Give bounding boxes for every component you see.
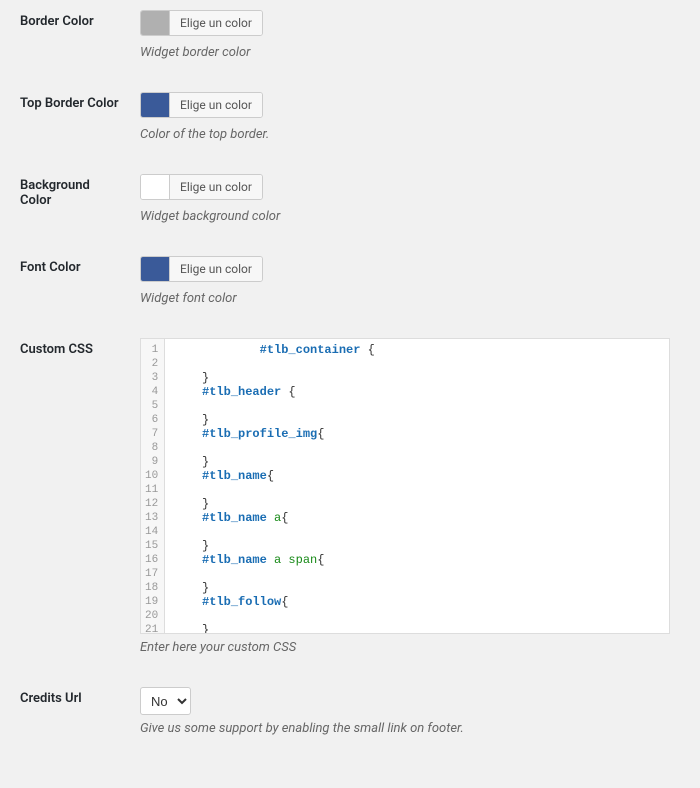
color-button-font[interactable]: Elige un color (169, 257, 262, 281)
row-border-color: Border Color Elige un color Widget borde… (20, 10, 680, 60)
color-picker-border[interactable]: Elige un color (140, 10, 263, 36)
color-button-top-border[interactable]: Elige un color (169, 93, 262, 117)
color-picker-font[interactable]: Elige un color (140, 256, 263, 282)
color-picker-top-border[interactable]: Elige un color (140, 92, 263, 118)
label-font-color: Font Color (20, 256, 140, 306)
row-custom-css: Custom CSS 12345678910111213141516171819… (20, 338, 680, 655)
color-button-border[interactable]: Elige un color (169, 11, 262, 35)
color-swatch-border (141, 11, 169, 35)
color-swatch-font (141, 257, 169, 281)
row-font-color: Font Color Elige un color Widget font co… (20, 256, 680, 306)
row-top-border-color: Top Border Color Elige un color Color of… (20, 92, 680, 142)
label-background-color: Background Color (20, 174, 140, 224)
color-swatch-background (141, 175, 169, 199)
credits-url-select[interactable]: No (140, 687, 191, 715)
code-content[interactable]: #tlb_container { } #tlb_header { } #tlb_… (165, 339, 669, 633)
description-border-color: Widget border color (140, 45, 680, 60)
description-background-color: Widget background color (140, 209, 680, 224)
color-swatch-top-border (141, 93, 169, 117)
color-picker-background[interactable]: Elige un color (140, 174, 263, 200)
code-editor[interactable]: 123456789101112131415161718192021 #tlb_c… (140, 338, 670, 634)
description-font-color: Widget font color (140, 291, 680, 306)
settings-form: Border Color Elige un color Widget borde… (20, 10, 680, 736)
description-custom-css: Enter here your custom CSS (140, 640, 680, 655)
row-credits-url: Credits Url No Give us some support by e… (20, 687, 680, 736)
label-border-color: Border Color (20, 10, 140, 60)
code-gutter: 123456789101112131415161718192021 (141, 339, 165, 633)
description-top-border-color: Color of the top border. (140, 127, 680, 142)
label-credits-url: Credits Url (20, 687, 140, 736)
label-custom-css: Custom CSS (20, 338, 140, 655)
description-credits-url: Give us some support by enabling the sma… (140, 721, 680, 736)
label-top-border-color: Top Border Color (20, 92, 140, 142)
color-button-background[interactable]: Elige un color (169, 175, 262, 199)
row-background-color: Background Color Elige un color Widget b… (20, 174, 680, 224)
